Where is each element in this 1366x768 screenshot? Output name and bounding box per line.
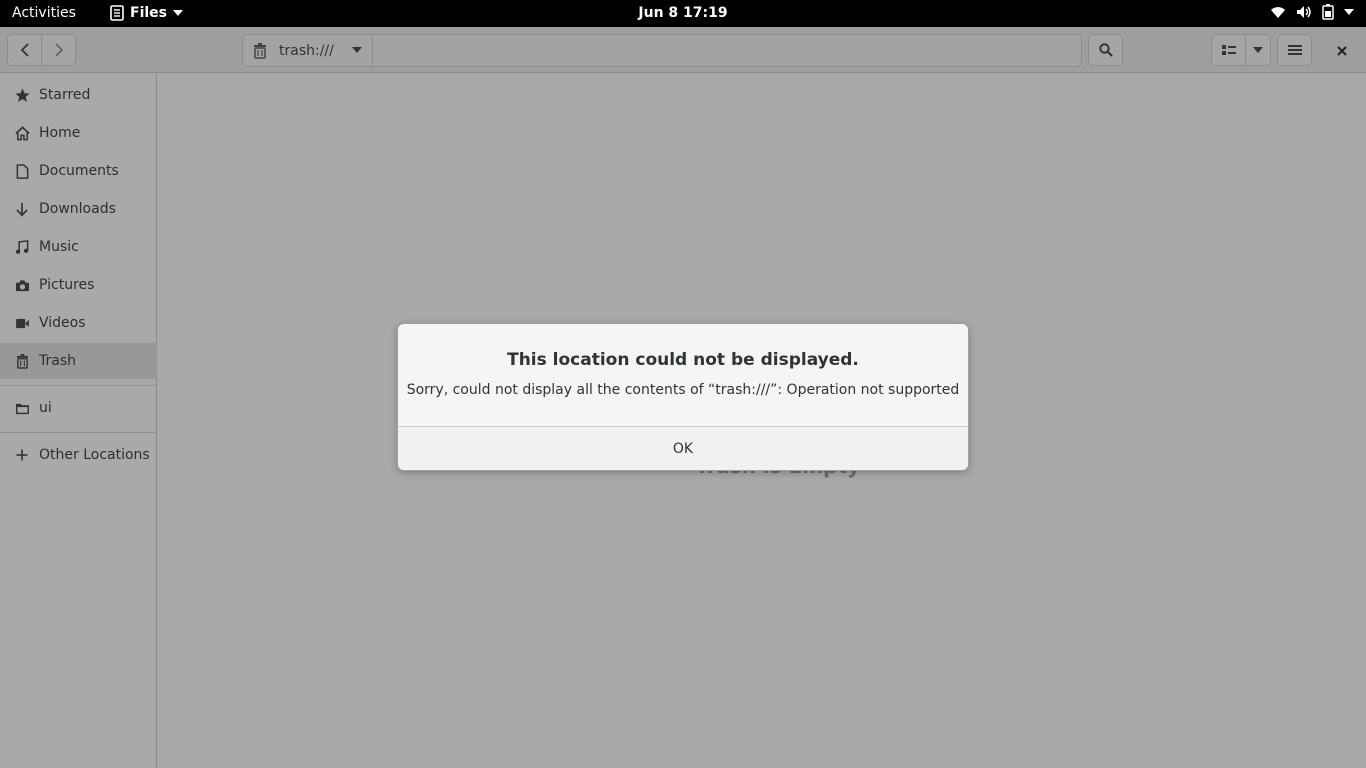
volume-icon: [1297, 6, 1311, 18]
system-status-menu[interactable]: [1270, 4, 1354, 20]
star-icon: [14, 87, 30, 103]
app-menu[interactable]: Files: [110, 5, 183, 21]
search-icon: [1098, 43, 1113, 57]
plus-icon: [14, 447, 30, 463]
sidebar-item-downloads[interactable]: Downloads: [0, 191, 157, 227]
close-window-button[interactable]: [1330, 41, 1354, 61]
list-view-icon: [1221, 45, 1236, 55]
trash-icon: [254, 42, 266, 59]
error-dialog: This location could not be displayed. So…: [397, 323, 969, 471]
sidebar-item-trash[interactable]: Trash: [0, 343, 157, 379]
sidebar-item-label: Starred: [39, 87, 91, 103]
sidebar-item-label: Music: [39, 239, 79, 255]
sidebar-item-label: Pictures: [39, 277, 95, 293]
sidebar-item-home[interactable]: Home: [0, 115, 157, 151]
dialog-message: Sorry, could not display all the content…: [406, 382, 960, 398]
sidebar-item-pictures[interactable]: Pictures: [0, 267, 157, 303]
sidebar-item-videos[interactable]: Videos: [0, 305, 157, 341]
sidebar: Starred Home Documents Downloads Music P…: [0, 74, 157, 768]
sidebar-item-label: Downloads: [39, 201, 116, 217]
hamburger-icon: [1287, 45, 1302, 55]
sidebar-item-label: Documents: [39, 163, 119, 179]
sidebar-item-label: ui: [39, 400, 52, 416]
sidebar-item-documents[interactable]: Documents: [0, 153, 157, 189]
chevron-right-icon: [54, 43, 63, 57]
music-icon: [14, 239, 30, 255]
folder-icon: [14, 400, 30, 416]
document-icon: [14, 163, 30, 179]
view-toggle-button[interactable]: [1211, 34, 1246, 66]
sidebar-item-label: Home: [39, 125, 81, 141]
sidebar-item-ui[interactable]: ui: [0, 390, 157, 426]
sidebar-item-label: Other Locations: [39, 447, 150, 463]
chevron-left-icon: [20, 43, 29, 57]
chevron-down-icon: [173, 10, 183, 16]
sidebar-item-other-locations[interactable]: Other Locations: [0, 437, 157, 473]
sidebar-item-music[interactable]: Music: [0, 229, 157, 265]
app-menu-label: Files: [130, 5, 167, 21]
sidebar-item-label: Videos: [39, 315, 86, 331]
activities-button[interactable]: Activities: [12, 5, 76, 21]
sidebar-separator: [0, 385, 157, 386]
chevron-down-icon: [1344, 9, 1354, 15]
clock[interactable]: Jun 8 17:19: [638, 5, 727, 21]
main-menu-button[interactable]: [1277, 34, 1312, 66]
sidebar-item-starred[interactable]: Starred: [0, 77, 157, 113]
chevron-down-icon: [1253, 47, 1263, 53]
battery-icon: [1322, 4, 1334, 20]
top-bar: Activities Files Jun 8 17:19: [0, 0, 1366, 27]
download-icon: [14, 201, 30, 217]
dialog-title: This location could not be displayed.: [507, 350, 859, 370]
close-icon: [1337, 46, 1347, 56]
trash-icon: [14, 353, 30, 369]
search-button[interactable]: [1088, 34, 1123, 66]
sidebar-separator: [0, 432, 157, 433]
wifi-icon: [1271, 7, 1285, 18]
chevron-down-icon: [352, 47, 362, 53]
home-icon: [14, 125, 30, 141]
path-label: trash:///: [279, 42, 334, 59]
sidebar-item-label: Trash: [39, 353, 76, 369]
forward-button[interactable]: [41, 34, 76, 66]
ok-button[interactable]: OK: [398, 426, 968, 470]
back-button[interactable]: [7, 34, 42, 66]
path-bar[interactable]: trash:///: [242, 34, 1082, 67]
camera-icon: [14, 277, 30, 293]
files-app-icon: [110, 5, 124, 21]
view-options-button[interactable]: [1245, 34, 1271, 66]
path-segment-trash[interactable]: trash:///: [243, 35, 373, 66]
header-bar: trash:///: [0, 27, 1366, 73]
video-icon: [14, 315, 30, 331]
